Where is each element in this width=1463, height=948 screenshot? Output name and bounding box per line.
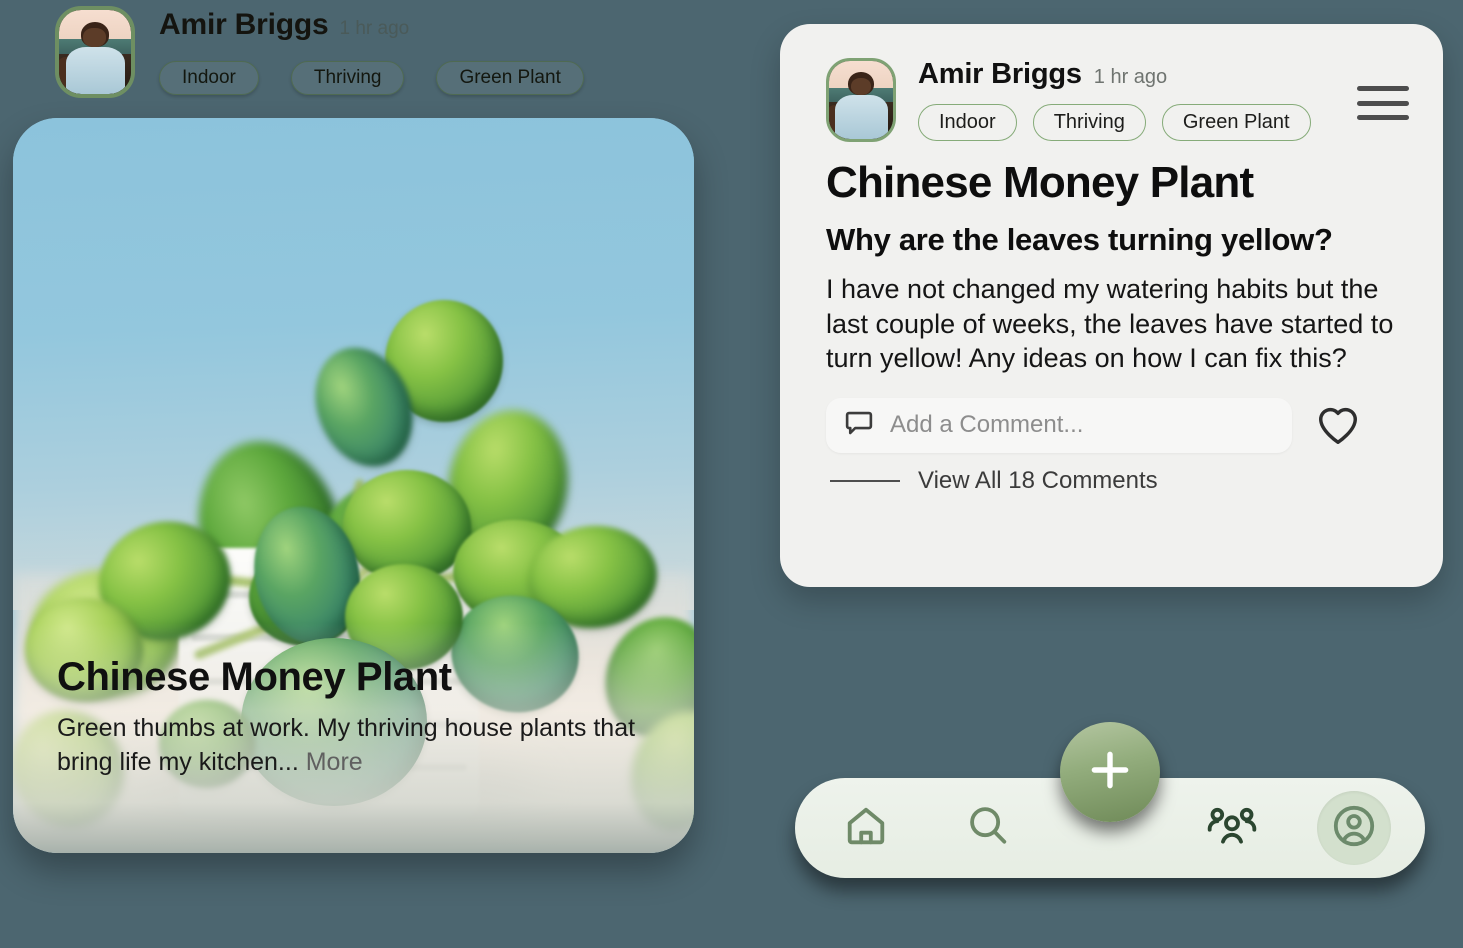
people-group-icon	[1207, 804, 1257, 853]
feed-photo-card[interactable]: Chinese Money Plant Green thumbs at work…	[13, 118, 694, 853]
tag-green-plant[interactable]: Green Plant	[1161, 104, 1311, 141]
view-all-comments-row[interactable]: View All 18 Comments	[826, 467, 1413, 495]
author-name: Amir Briggs	[918, 58, 1082, 90]
photo-description: Green thumbs at work. My thriving house …	[57, 711, 637, 779]
post-timestamp: 1 hr ago	[339, 18, 410, 39]
post-detail-card: Amir Briggs 1 hr ago Indoor Thriving Gre…	[780, 24, 1443, 587]
photo-caption: Chinese Money Plant Green thumbs at work…	[57, 656, 657, 779]
more-link[interactable]: More	[306, 748, 363, 776]
post-body: I have not changed my watering habits bu…	[826, 274, 1394, 374]
author-line: Amir Briggs 1 hr ago	[918, 58, 1167, 91]
divider-dash	[830, 479, 900, 482]
tag-green-plant[interactable]: Green Plant	[436, 61, 584, 95]
avatar[interactable]	[826, 58, 896, 142]
post-title: Chinese Money Plant	[826, 158, 1254, 207]
plus-icon	[1085, 745, 1135, 800]
post-timestamp: 1 hr ago	[1093, 66, 1168, 88]
author-name: Amir Briggs	[159, 8, 329, 41]
avatar[interactable]	[55, 6, 135, 98]
create-post-fab[interactable]	[1060, 722, 1160, 822]
post-question: Why are the leaves turning yellow?	[826, 222, 1333, 257]
tag-indoor[interactable]: Indoor	[918, 104, 1017, 141]
post-card-header: Amir Briggs 1 hr ago Indoor Thriving Gre…	[826, 52, 1413, 154]
tag-list: Indoor Thriving Green Plant	[918, 104, 1311, 141]
tag-thriving[interactable]: Thriving	[1032, 104, 1146, 141]
comment-input-placeholder: Add a Comment...	[890, 411, 1084, 439]
heart-outline-icon[interactable]	[1314, 402, 1362, 448]
view-all-comments-label[interactable]: View All 18 Comments	[918, 467, 1158, 495]
tag-thriving[interactable]: Thriving	[290, 61, 405, 95]
feed-preview-column: Amir Briggs 1 hr ago Indoor Thriving Gre…	[0, 0, 712, 890]
comment-action-row: Add a Comment...	[826, 397, 1413, 453]
comment-input[interactable]: Add a Comment...	[826, 397, 1292, 453]
profile-circle-icon	[1330, 802, 1378, 855]
photo-title: Chinese Money Plant	[57, 655, 452, 699]
avatar-photo	[59, 10, 131, 94]
nav-item-profile[interactable]	[1317, 791, 1391, 865]
search-icon	[965, 803, 1011, 854]
author-line: Amir Briggs 1 hr ago	[159, 8, 409, 42]
nav-item-home[interactable]	[829, 791, 903, 865]
tag-list: Indoor Thriving Green Plant	[159, 61, 584, 95]
feed-post-header: Amir Briggs 1 hr ago Indoor Thriving Gre…	[55, 6, 695, 106]
home-icon	[843, 803, 889, 854]
nav-item-search[interactable]	[951, 791, 1025, 865]
hamburger-menu-icon[interactable]	[1357, 86, 1409, 120]
comment-bubble-icon	[844, 408, 874, 443]
tag-indoor[interactable]: Indoor	[159, 61, 259, 95]
nav-item-community[interactable]	[1195, 791, 1269, 865]
